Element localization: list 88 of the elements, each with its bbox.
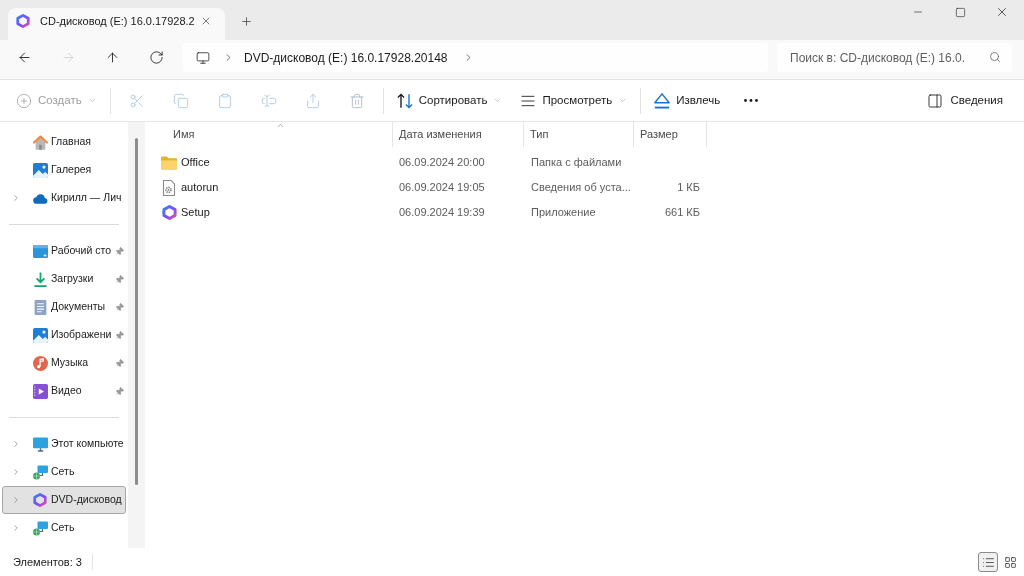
copy-icon: [172, 92, 189, 109]
sort-button[interactable]: Сортировать: [389, 85, 510, 116]
caret-down-icon: [87, 96, 97, 105]
eject-icon: [654, 92, 671, 109]
pin-icon[interactable]: [113, 384, 126, 398]
sidebar-item[interactable]: Музыка: [2, 349, 126, 377]
details-button[interactable]: Сведения: [920, 85, 1010, 116]
house-icon: [32, 134, 48, 150]
chevron-right-icon[interactable]: [11, 523, 21, 533]
sidebar-item[interactable]: Видео: [2, 377, 126, 405]
tab[interactable]: CD-дисковод (E:) 16.0.17928.2: [8, 8, 225, 40]
grid-icon: [1003, 555, 1017, 569]
sidebar-item[interactable]: DVD-дисковод: [2, 486, 126, 514]
close-icon: [995, 5, 1009, 19]
item-count: Элементов: 3: [13, 554, 82, 570]
hexagon-ring-icon: [16, 14, 30, 28]
plus-circle-icon: [16, 92, 32, 109]
pin-icon[interactable]: [113, 244, 126, 258]
address-bar[interactable]: DVD-дисковод (E:) 16.0.17928.20148: [183, 43, 768, 72]
monitor-icon: [32, 436, 48, 452]
sidebar-item[interactable]: Сеть: [2, 514, 126, 542]
network-monitors-icon: [32, 464, 48, 480]
chevron-right-icon[interactable]: [11, 439, 21, 449]
sidebar-item[interactable]: Загрузки: [2, 265, 126, 293]
scissors-icon: [128, 92, 145, 109]
file-size: 1 КБ: [677, 180, 700, 196]
column-header[interactable]: Имя: [145, 122, 393, 147]
close-icon: [200, 15, 212, 27]
sidebar-item[interactable]: Рабочий сто: [2, 237, 126, 265]
share-icon: [304, 92, 321, 109]
breadcrumb[interactable]: DVD-дисковод (E:) 16.0.17928.20148: [244, 48, 448, 67]
caret-down-icon: [493, 96, 503, 105]
date-modified: 06.09.2024 19:39: [399, 206, 485, 219]
details-view-button[interactable]: [978, 552, 998, 572]
picture-icon: [32, 162, 48, 178]
picture-icon: [32, 327, 48, 343]
scrollbar-thumb[interactable]: [135, 138, 138, 485]
sidebar-item[interactable]: Сеть: [2, 458, 126, 486]
chevron-right-icon[interactable]: [11, 193, 21, 203]
plus-icon: [239, 14, 253, 28]
file-name[interactable]: Setup: [181, 204, 210, 221]
sidebar-item[interactable]: Кирилл — Лич: [2, 184, 126, 212]
ellipsis-icon: [744, 99, 759, 102]
chevron-right-icon[interactable]: [11, 495, 21, 505]
sidebar-item[interactable]: Документы: [2, 293, 126, 321]
search-field[interactable]: Поиск в: CD-дисковод (E:) 16.0.: [777, 43, 1012, 72]
pin-icon[interactable]: [113, 300, 126, 314]
hexagon-ring-icon: [161, 205, 177, 220]
pin-icon[interactable]: [113, 356, 126, 370]
chevron-right-icon[interactable]: [11, 467, 21, 477]
pin-icon[interactable]: [113, 272, 126, 286]
view-button[interactable]: Просмотреть: [513, 85, 635, 116]
file-type: Папка с файлами: [531, 156, 622, 169]
hexagon-ring-icon: [33, 493, 47, 507]
file-type: Сведения об уста...: [531, 181, 631, 194]
network-monitors-icon: [32, 520, 48, 536]
eject-button[interactable]: Извлечь: [647, 85, 728, 116]
sidebar-item[interactable]: Главная: [2, 128, 126, 156]
clipboard-icon: [216, 92, 233, 109]
search-icon: [989, 51, 1001, 63]
video-icon: [32, 383, 48, 399]
text-cursor-icon: [260, 92, 277, 109]
sidebar-item[interactable]: Этот компьюте: [2, 430, 126, 458]
desktop-icon: [32, 243, 48, 259]
column-header[interactable]: Тип: [524, 122, 634, 147]
date-modified: 06.09.2024 19:05: [399, 181, 485, 194]
file-name[interactable]: autorun: [181, 179, 219, 196]
trash-icon: [348, 92, 365, 109]
sidebar-item[interactable]: Изображени: [2, 321, 126, 349]
maximize-icon: [954, 6, 966, 18]
folder-icon: [161, 154, 177, 171]
gear-file-icon: [161, 179, 177, 196]
monitor-icon: [196, 50, 210, 65]
caret-down-icon: [618, 96, 628, 105]
file-type: Приложение: [531, 206, 596, 219]
download-arrow-icon: [32, 271, 48, 287]
column-header[interactable]: Размер: [634, 122, 707, 147]
panel-icon: [927, 92, 944, 109]
sidebar-item[interactable]: Галерея: [2, 156, 126, 184]
music-note-icon: [32, 355, 48, 371]
file-size: 661 КБ: [664, 205, 700, 221]
list-icon: [981, 555, 995, 569]
column-header[interactable]: Дата изменения: [393, 122, 524, 147]
file-name[interactable]: Office: [181, 154, 210, 171]
pin-icon[interactable]: [113, 328, 126, 342]
sort-arrows-icon: [396, 92, 413, 109]
date-modified: 06.09.2024 20:00: [399, 156, 485, 169]
document-icon: [32, 299, 48, 315]
